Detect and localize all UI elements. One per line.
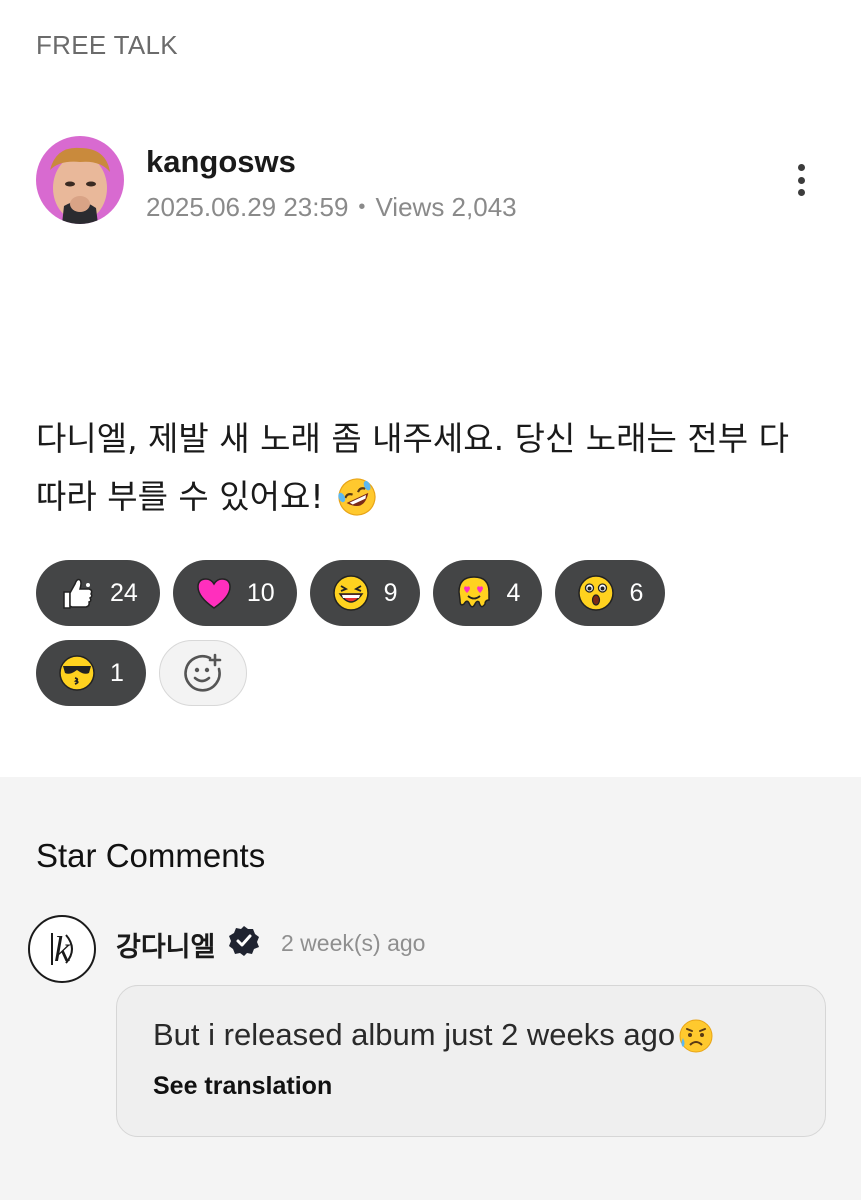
verified-badge-icon — [229, 926, 259, 956]
star-comments-section: Star Comments k 강다니엘 2 week(s) ago But i… — [0, 777, 861, 1200]
star-comment-time: 2 week(s) ago — [281, 930, 426, 956]
reaction-count: 6 — [629, 578, 644, 607]
star-comment-text-wrap: But i released album just 2 weeks ago — [153, 1016, 789, 1054]
post-body-line-2-wrap: 따라 부를 수 있어요! — [36, 468, 836, 526]
reaction-chip-laughing[interactable]: 9 — [309, 560, 420, 626]
reactions-bar: 24 10 9 4 6 1 — [36, 560, 826, 720]
thumbs-up-icon — [63, 578, 93, 609]
reaction-count: 10 — [246, 578, 275, 607]
star-comment-author[interactable]: 강다니엘 — [116, 925, 215, 964]
see-translation-link[interactable]: See translation — [153, 1072, 789, 1101]
surprised-face-icon — [578, 575, 615, 611]
board-category: FREE TALK — [36, 30, 178, 60]
reaction-count: 1 — [110, 658, 124, 687]
add-reaction-button[interactable] — [158, 640, 247, 706]
reaction-chip-melting-heart-eyes[interactable]: 4 — [432, 560, 543, 626]
reaction-chip-surprised[interactable]: 6 — [555, 560, 666, 626]
reaction-count: 9 — [383, 578, 398, 607]
star-comment-bubble: But i released album just 2 weeks ago Se… — [116, 985, 826, 1137]
author-avatar[interactable] — [36, 136, 124, 224]
reaction-count: 24 — [110, 578, 138, 607]
reaction-count: 4 — [506, 578, 521, 607]
sad-sweat-face-icon — [679, 1019, 713, 1053]
reaction-row-1: 24 10 9 4 6 — [36, 560, 826, 626]
author-username[interactable]: kangosws — [146, 144, 296, 180]
post-date: 2025.06.29 23:59 — [146, 192, 349, 222]
more-options-icon[interactable] — [788, 160, 814, 200]
reaction-chip-heart[interactable]: 10 — [172, 560, 297, 626]
star-comment-text: But i released album just 2 weeks ago — [153, 1017, 676, 1052]
post-header: kangosws 2025.06.29 23:59 • Views 2,043 — [36, 136, 826, 226]
rolling-on-floor-laughing-icon — [337, 478, 376, 516]
reaction-row-2: 1 — [36, 640, 826, 706]
post-body: 다니엘, 제발 새 노래 좀 내주세요. 당신 노래는 전부 다 따라 부를 수… — [36, 410, 836, 526]
post-body-line-2: 따라 부를 수 있어요! — [36, 477, 324, 516]
reaction-chip-thumbs-up[interactable]: 24 — [36, 560, 160, 626]
post-body-line-1: 다니엘, 제발 새 노래 좀 내주세요. 당신 노래는 전부 다 — [36, 419, 789, 458]
svg-text:k: k — [54, 929, 71, 969]
reaction-chip-sunglasses-kiss[interactable]: 1 — [36, 640, 146, 706]
laughing-face-icon — [332, 575, 369, 611]
star-avatar[interactable]: k — [28, 915, 96, 983]
meta-separator: • — [358, 196, 366, 218]
add-reaction-icon — [184, 653, 222, 692]
post-views: Views 2,043 — [375, 192, 517, 222]
melting-heart-eyes-icon — [457, 576, 490, 608]
post-meta: 2025.06.29 23:59 • Views 2,043 — [146, 192, 517, 223]
heart-icon — [197, 578, 231, 609]
star-comments-title: Star Comments — [36, 837, 266, 874]
sunglasses-kiss-icon — [59, 655, 95, 691]
